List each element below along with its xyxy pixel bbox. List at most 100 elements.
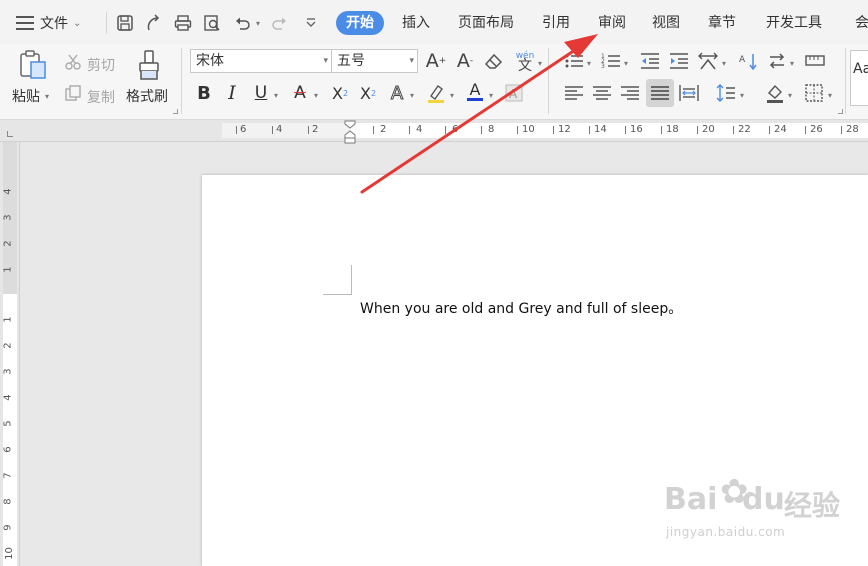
redo-icon[interactable] [268,12,290,34]
ruler-tick [409,126,410,134]
font-color-icon[interactable]: A [464,80,486,102]
justify-icon[interactable] [646,79,674,107]
clipboard-launcher-icon[interactable] [173,109,178,114]
ruler-tick-label: 8 [488,124,495,135]
text-effect-icon[interactable]: A [386,82,408,104]
numbered-dropdown-icon[interactable]: ▾ [624,59,628,68]
undo-dropdown-icon[interactable]: ▾ [256,19,260,28]
distributed-align-icon[interactable] [678,82,700,104]
svg-text:A: A [509,87,518,101]
numbered-list-icon[interactable]: 123 [600,50,622,72]
italic-icon[interactable]: I [221,82,243,104]
tab-stops-icon[interactable] [804,50,826,72]
font-name-value: 宋体 [196,53,224,69]
ruler-tick-label: 20 [702,124,715,135]
watermark-brand2: du [742,482,785,517]
font-size-select[interactable]: 五号 ▾ [331,49,418,73]
ruler-tick [553,126,554,134]
tab-selector-icon[interactable] [7,131,13,137]
shading-icon[interactable] [764,82,786,104]
tab-member[interactable]: 会 [855,11,868,35]
shading-dropdown-icon[interactable]: ▾ [788,91,792,100]
vertical-ruler[interactable]: 4 3 2 1 1 2 3 4 5 6 7 8 9 10 [0,142,20,566]
font-color-dropdown-icon[interactable]: ▾ [489,91,493,100]
format-painter-label[interactable]: 格式刷 [126,86,168,106]
document-text-line[interactable]: When you are old and Grey and full of sl… [360,298,682,318]
tab-review[interactable]: 审阅 [598,11,626,35]
ruler-tick-label: 2 [312,124,319,135]
bullet-list-icon[interactable] [563,50,585,72]
tab-developer-tools[interactable]: 开发工具 [766,11,822,35]
scissors-icon[interactable] [62,51,84,73]
borders-dropdown-icon[interactable]: ▾ [828,91,832,100]
bullet-dropdown-icon[interactable]: ▾ [587,59,591,68]
highlight-dropdown-icon[interactable]: ▾ [450,91,454,100]
hamburger-icon [16,16,34,30]
copy-icon[interactable] [62,82,84,104]
tab-chapter[interactable]: 章节 [708,11,736,35]
ruler-tick-label: 5 [2,420,14,427]
align-right-icon[interactable] [619,82,641,104]
align-center-icon[interactable] [591,82,613,104]
superscript-icon[interactable]: X2 [329,82,351,104]
copy-label[interactable]: 复制 [87,87,115,107]
style-gallery[interactable]: Aa [850,50,868,106]
align-left-icon[interactable] [563,82,585,104]
shrink-font-icon[interactable]: A- [454,50,476,72]
export-pdf-icon[interactable] [143,12,165,34]
chinese-layout-icon[interactable] [697,50,719,72]
underline-icon[interactable]: U [250,82,272,104]
increase-indent-icon[interactable] [668,50,690,72]
horizontal-ruler[interactable]: 642 2 4 6 8 10 12 14 16 18 20 22 24 26 28 [0,120,868,144]
grow-font-icon[interactable]: A + [425,50,447,72]
phonetic-dropdown-icon[interactable]: ▾ [538,59,542,68]
customize-toolbar-icon[interactable] [300,12,322,34]
cut-label[interactable]: 剪切 [87,55,115,75]
phonetic-guide-icon[interactable]: wén 文 [512,50,538,73]
sort-icon[interactable]: A [737,50,759,72]
char-shading-icon[interactable]: A [503,82,525,104]
tab-page-layout[interactable]: 页面布局 [458,11,514,35]
tab-home[interactable]: 开始 [336,11,384,35]
paste-label[interactable]: 粘贴 [12,86,40,106]
ruler-tick-label: 4 [276,124,283,135]
text-direction-dropdown-icon[interactable]: ▾ [790,59,794,68]
line-spacing-dropdown-icon[interactable]: ▾ [740,91,744,100]
tab-references[interactable]: 引用 [542,11,570,35]
ruler-text-area [351,123,868,138]
format-painter-icon[interactable] [134,48,164,82]
ruler-tick [445,126,446,134]
strikethrough-dropdown-icon[interactable]: ▾ [314,91,318,100]
print-preview-icon[interactable] [201,12,223,34]
paste-dropdown-icon[interactable]: ▾ [45,92,49,101]
bold-icon[interactable]: B [193,82,215,104]
undo-icon[interactable] [232,12,254,34]
paste-icon[interactable] [16,48,50,82]
highlight-icon[interactable] [425,82,447,104]
text-direction-icon[interactable] [766,50,788,72]
ruler-tick [236,126,237,134]
strikethrough-icon[interactable]: A [289,82,311,104]
print-icon[interactable] [172,12,194,34]
ruler-tick-label: 2 [2,240,14,247]
text-effect-dropdown-icon[interactable]: ▾ [410,91,414,100]
decrease-indent-icon[interactable] [639,50,661,72]
clear-format-icon[interactable] [483,50,505,72]
chinese-layout-dropdown-icon[interactable]: ▾ [722,59,726,68]
line-spacing-icon[interactable] [715,82,737,104]
ruler-tick-label: 12 [558,124,571,135]
tab-insert[interactable]: 插入 [402,11,430,35]
paragraph-launcher-icon[interactable] [838,109,843,114]
file-menu[interactable]: 文件 ⌄ [16,12,81,34]
tab-view[interactable]: 视图 [652,11,680,35]
font-size-value: 五号 [337,53,365,69]
divider [845,48,846,114]
underline-dropdown-icon[interactable]: ▾ [274,91,278,100]
ruler-tick-label: 3 [2,368,14,375]
margin-corner-mark [323,265,352,295]
indent-marker-icon[interactable] [343,120,357,144]
font-name-select[interactable]: 宋体 ▾ [190,49,332,73]
subscript-icon[interactable]: X2 [357,82,379,104]
borders-icon[interactable] [803,82,825,104]
save-icon[interactable] [114,12,136,34]
